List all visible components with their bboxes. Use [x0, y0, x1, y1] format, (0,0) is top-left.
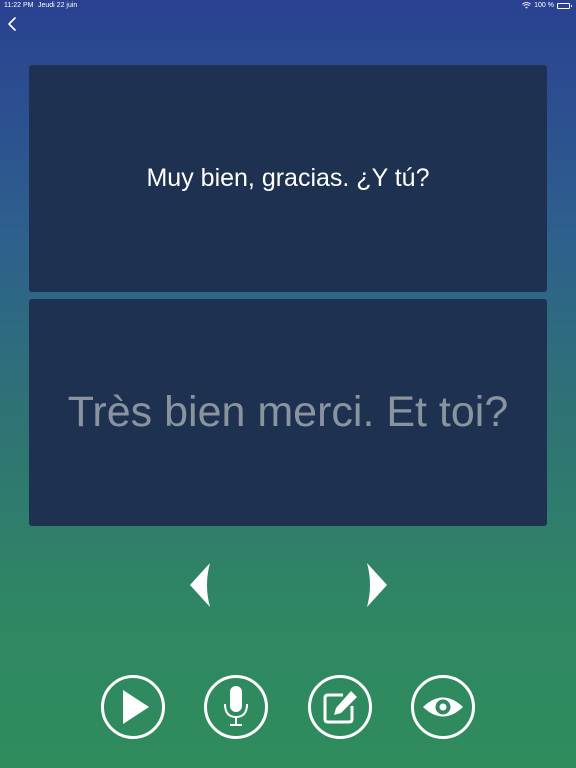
- spanish-phrase-card[interactable]: Muy bien, gracias. ¿Y tú?: [29, 65, 547, 292]
- french-translation: Très bien merci. Et toi?: [67, 388, 509, 436]
- previous-button[interactable]: [186, 560, 214, 610]
- battery-percent: 100 %: [534, 2, 554, 9]
- play-icon: [123, 690, 149, 724]
- battery-icon: [557, 2, 572, 9]
- wifi-icon: [522, 2, 532, 9]
- microphone-icon: [224, 686, 248, 726]
- edit-button[interactable]: [308, 675, 372, 739]
- status-indicators: 100 %: [522, 2, 572, 9]
- status-bar: 11:22 PM Jeudi 22 juin 100 %: [0, 0, 576, 12]
- triangle-right-icon: [367, 563, 387, 607]
- reveal-button[interactable]: [411, 675, 475, 739]
- microphone-button[interactable]: [204, 675, 268, 739]
- next-button[interactable]: [363, 560, 391, 610]
- play-button[interactable]: [101, 675, 165, 739]
- spanish-phrase: Muy bien, gracias. ¿Y tú?: [146, 164, 430, 192]
- eye-icon: [423, 697, 463, 717]
- back-button[interactable]: [6, 15, 20, 33]
- edit-icon: [323, 691, 357, 724]
- status-time: 11:22 PM: [4, 2, 34, 9]
- chevron-left-icon: [8, 17, 16, 31]
- status-date: Jeudi 22 juin: [38, 2, 78, 9]
- french-translation-card[interactable]: Très bien merci. Et toi?: [29, 299, 547, 526]
- triangle-left-icon: [190, 563, 210, 607]
